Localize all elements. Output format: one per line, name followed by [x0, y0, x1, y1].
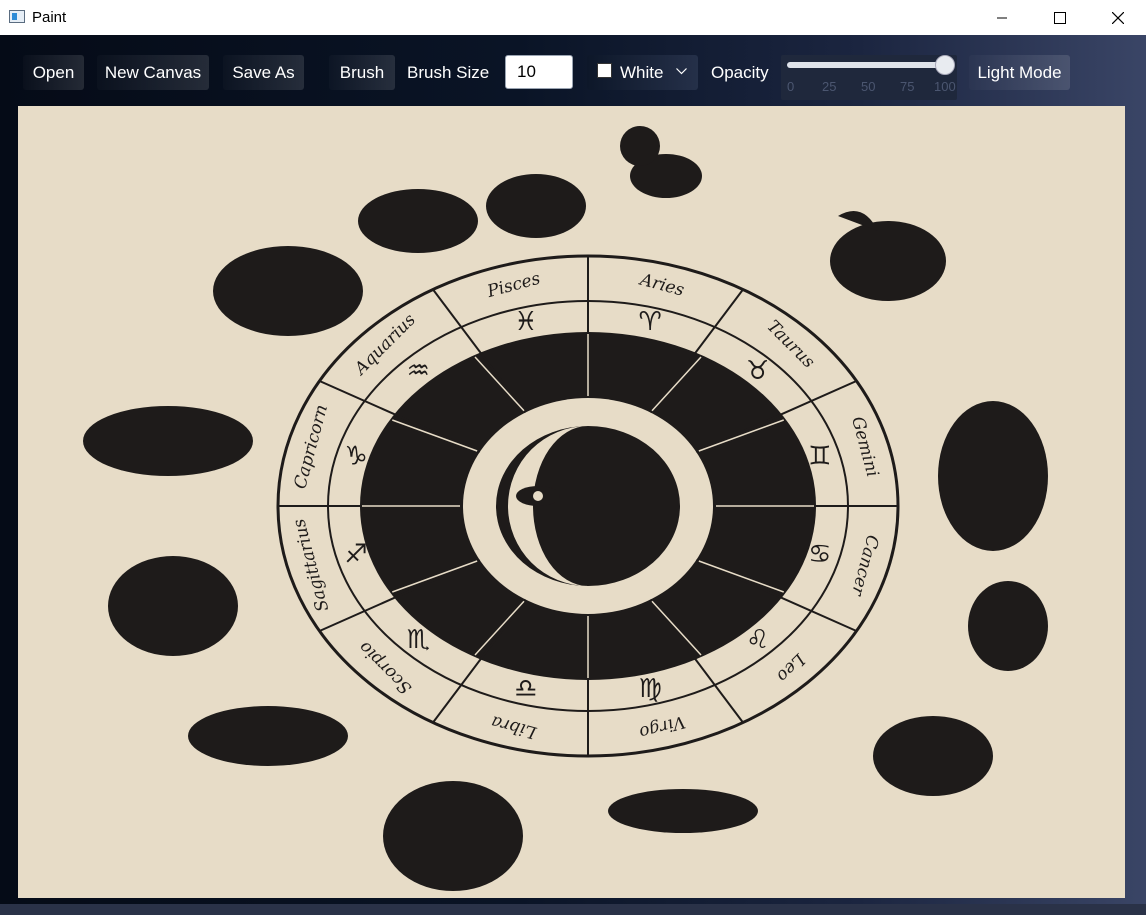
zodiac-symbol: ♎: [514, 674, 537, 704]
maximize-icon: [1054, 11, 1066, 24]
brush-button[interactable]: Brush: [329, 55, 395, 90]
save-as-button[interactable]: Save As: [223, 55, 304, 90]
brush-size-label: Brush Size: [407, 62, 490, 82]
zodiac-symbol: ♉: [746, 356, 769, 386]
opacity-tick: 50: [861, 79, 876, 94]
zodiac-name-label: Virgo: [637, 711, 687, 742]
zodiac-name-label: Pisces: [484, 269, 542, 303]
color-dropdown[interactable]: White: [587, 55, 698, 90]
drawing-canvas[interactable]: Aries Taurus Gemini Cancer Leo Virgo Libra Scor…: [18, 106, 1125, 898]
zodiac-name-label: Capricorn: [290, 403, 332, 492]
color-swatch: [597, 63, 612, 78]
maximize-button[interactable]: [1032, 0, 1088, 35]
zodiac-symbol: ♏: [407, 625, 430, 655]
color-dropdown-value: White: [620, 63, 664, 82]
zodiac-name-label: Aries: [636, 269, 686, 300]
opacity-label: Opacity: [711, 62, 769, 82]
zodiac-symbol: ♐: [345, 540, 368, 570]
opacity-slider-handle[interactable]: [935, 55, 955, 75]
open-button[interactable]: Open: [23, 55, 84, 90]
zodiac-wheel-illustration: AriesTaurusGeminiCancerLeoVirgoLibraScor…: [83, 126, 1048, 891]
zodiac-symbol: ♈: [638, 307, 661, 337]
zodiac-name-label: Libra: [489, 711, 539, 742]
chevron-down-icon: [676, 68, 687, 75]
opacity-tick: 25: [822, 79, 837, 94]
zodiac-name-label: Gemini: [847, 415, 882, 480]
close-button[interactable]: [1090, 0, 1146, 35]
close-icon: [1112, 11, 1124, 24]
opacity-tick: 100: [934, 79, 956, 94]
zodiac-symbol: ♋: [808, 540, 831, 570]
zodiac-symbol: ♑: [345, 441, 368, 471]
zodiac-name-label: Taurus: [763, 317, 819, 373]
light-mode-button[interactable]: Light Mode: [969, 55, 1070, 90]
zodiac-symbol: ♌: [746, 625, 769, 655]
zodiac-name-label: Cancer: [847, 533, 883, 599]
opacity-slider[interactable]: 0 25 50 75 100: [781, 55, 957, 100]
brush-size-input[interactable]: 10: [505, 55, 573, 89]
app-icon: [9, 10, 25, 23]
zodiac-symbol: ♒: [407, 356, 430, 386]
opacity-slider-track[interactable]: [787, 62, 947, 68]
opacity-tick: 0: [787, 79, 795, 94]
main-area: Open New Canvas Save As Brush Brush Size…: [0, 35, 1146, 915]
status-strip: [0, 904, 1146, 915]
window-title: Paint: [32, 9, 67, 26]
zodiac-name-label: Sagittarius: [289, 516, 333, 613]
minimize-button[interactable]: [974, 0, 1030, 35]
title-bar: Paint: [0, 0, 1146, 35]
opacity-tick: 75: [900, 79, 915, 94]
zodiac-name-label: Leo: [772, 649, 809, 686]
new-canvas-button[interactable]: New Canvas: [97, 55, 209, 90]
zodiac-symbol: ♍: [638, 674, 661, 704]
brush-size-value: 10: [517, 62, 536, 81]
zodiac-symbol: ♓: [514, 307, 537, 337]
zodiac-symbol: ♊: [808, 441, 831, 471]
minimize-icon: [997, 17, 1007, 18]
